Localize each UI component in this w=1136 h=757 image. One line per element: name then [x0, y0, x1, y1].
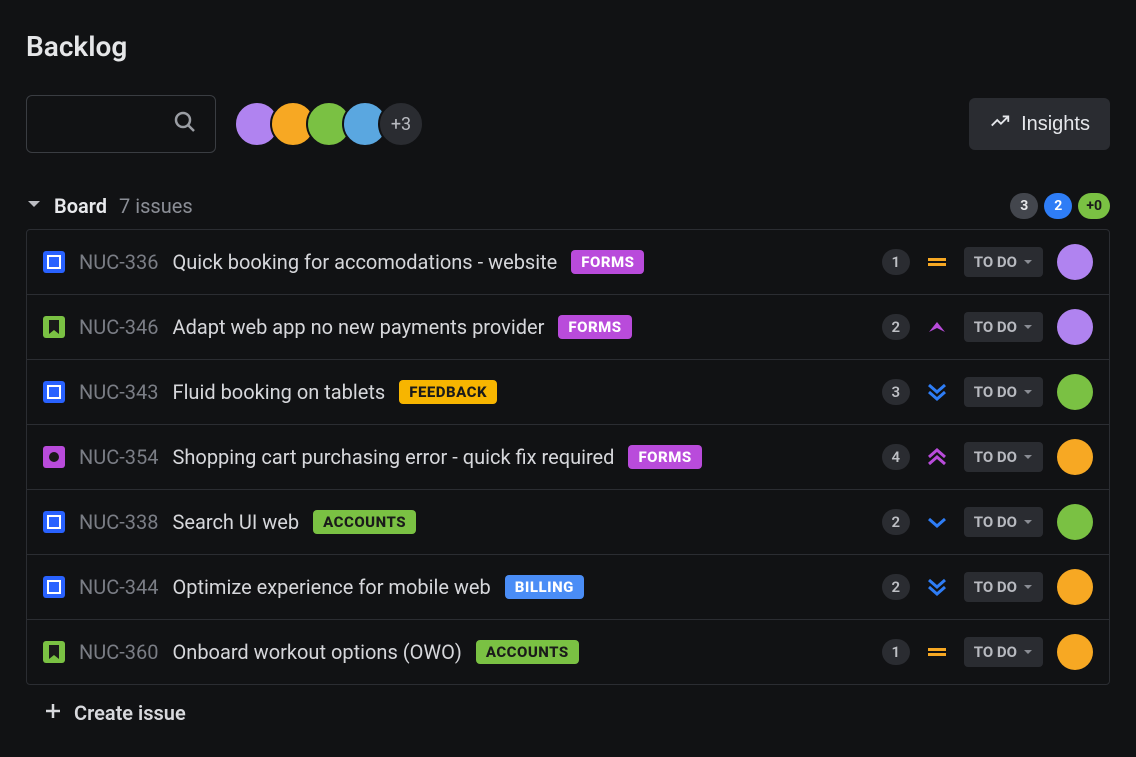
assignee-avatar[interactable] [1057, 244, 1093, 280]
assignee-avatar[interactable] [1057, 309, 1093, 345]
issue-title: Fluid booking on tablets [173, 380, 386, 404]
story-points: 2 [882, 314, 910, 340]
issue-label[interactable]: FORMS [558, 315, 631, 339]
issue-title: Search UI web [173, 510, 300, 534]
issue-key: NUC-336 [79, 250, 159, 274]
story-icon [43, 251, 65, 273]
status-dropdown[interactable]: TO DO [964, 637, 1043, 667]
status-dropdown[interactable]: TO DO [964, 442, 1043, 472]
issue-title: Adapt web app no new payments provider [173, 315, 545, 339]
issue-label[interactable]: ACCOUNTS [313, 510, 416, 534]
create-issue-label: Create issue [74, 701, 186, 725]
story-icon [43, 576, 65, 598]
issue-row[interactable]: NUC-360 Onboard workout options (OWO) ACCO… [27, 620, 1109, 684]
issue-title: Optimize experience for mobile web [173, 575, 491, 599]
issue-key: NUC-338 [79, 510, 159, 534]
issue-label[interactable]: BILLING [505, 575, 584, 599]
story-icon [43, 511, 65, 533]
issue-key: NUC-346 [79, 315, 159, 339]
toolbar: +3 Insights [26, 95, 1110, 153]
section-title: Board [54, 194, 107, 218]
priority-medium-icon[interactable] [924, 251, 950, 273]
create-issue-button[interactable]: Create issue [26, 685, 1110, 741]
status-dropdown[interactable]: TO DO [964, 572, 1043, 602]
status-dropdown[interactable]: TO DO [964, 247, 1043, 277]
issue-row[interactable]: NUC-336 Quick booking for accomodations -… [27, 230, 1109, 295]
status-dropdown[interactable]: TO DO [964, 377, 1043, 407]
feature-icon [43, 316, 65, 338]
issue-key: NUC-360 [79, 640, 159, 664]
pill-done[interactable]: +0 [1078, 193, 1110, 219]
issue-row[interactable]: NUC-354 Shopping cart purchasing error - … [27, 425, 1109, 490]
issue-list: NUC-336 Quick booking for accomodations -… [26, 229, 1110, 685]
section-header: Board 7 issues 3 2 +0 [26, 193, 1110, 219]
pill-inprogress[interactable]: 2 [1044, 193, 1072, 219]
issue-row[interactable]: NUC-344 Optimize experience for mobile we… [27, 555, 1109, 620]
priority-lowest-icon[interactable] [924, 576, 950, 598]
story-points: 2 [882, 574, 910, 600]
priority-lowest-icon[interactable] [924, 381, 950, 403]
assignee-avatar[interactable] [1057, 504, 1093, 540]
story-icon [43, 381, 65, 403]
status-pills: 3 2 +0 [1010, 193, 1110, 219]
assignee-avatar[interactable] [1057, 569, 1093, 605]
avatar-group: +3 [234, 101, 424, 147]
chart-icon [989, 110, 1011, 138]
insights-button[interactable]: Insights [969, 98, 1110, 150]
issue-title: Quick booking for accomodations - websit… [173, 250, 558, 274]
issue-key: NUC-343 [79, 380, 159, 404]
status-dropdown[interactable]: TO DO [964, 507, 1043, 537]
issue-key: NUC-344 [79, 575, 159, 599]
issue-title: Onboard workout options (OWO) [173, 640, 462, 664]
priority-medium-icon[interactable] [924, 641, 950, 663]
issue-label[interactable]: FEEDBACK [399, 380, 497, 404]
search-icon [173, 110, 197, 138]
plus-icon [44, 701, 62, 725]
issue-title: Shopping cart purchasing error - quick f… [173, 445, 615, 469]
assignee-avatar[interactable] [1057, 439, 1093, 475]
issue-key: NUC-354 [79, 445, 159, 469]
story-points: 1 [882, 249, 910, 275]
issue-row[interactable]: NUC-346 Adapt web app no new payments pro… [27, 295, 1109, 360]
issue-label[interactable]: FORMS [628, 445, 701, 469]
issue-label[interactable]: FORMS [571, 250, 644, 274]
story-points: 1 [882, 639, 910, 665]
priority-low-icon[interactable] [924, 511, 950, 533]
pill-todo[interactable]: 3 [1010, 193, 1038, 219]
assignee-avatar[interactable] [1057, 374, 1093, 410]
search-input[interactable] [26, 95, 216, 153]
story-points: 3 [882, 379, 910, 405]
page-title: Backlog [26, 30, 1110, 63]
status-dropdown[interactable]: TO DO [964, 312, 1043, 342]
bug-icon [43, 446, 65, 468]
chevron-down-icon[interactable] [26, 196, 42, 216]
priority-highest-icon[interactable] [924, 446, 950, 468]
issue-row[interactable]: NUC-343 Fluid booking on tablets FEEDBACK 3… [27, 360, 1109, 425]
issue-count: 7 issues [119, 194, 193, 218]
story-points: 4 [882, 444, 910, 470]
issue-row[interactable]: NUC-338 Search UI web ACCOUNTS 2 TO DO [27, 490, 1109, 555]
assignee-avatar[interactable] [1057, 634, 1093, 670]
insights-label: Insights [1021, 113, 1090, 136]
story-points: 2 [882, 509, 910, 535]
avatar-overflow[interactable]: +3 [378, 101, 424, 147]
issue-label[interactable]: ACCOUNTS [476, 640, 579, 664]
feature-icon [43, 641, 65, 663]
priority-high-icon[interactable] [924, 316, 950, 338]
